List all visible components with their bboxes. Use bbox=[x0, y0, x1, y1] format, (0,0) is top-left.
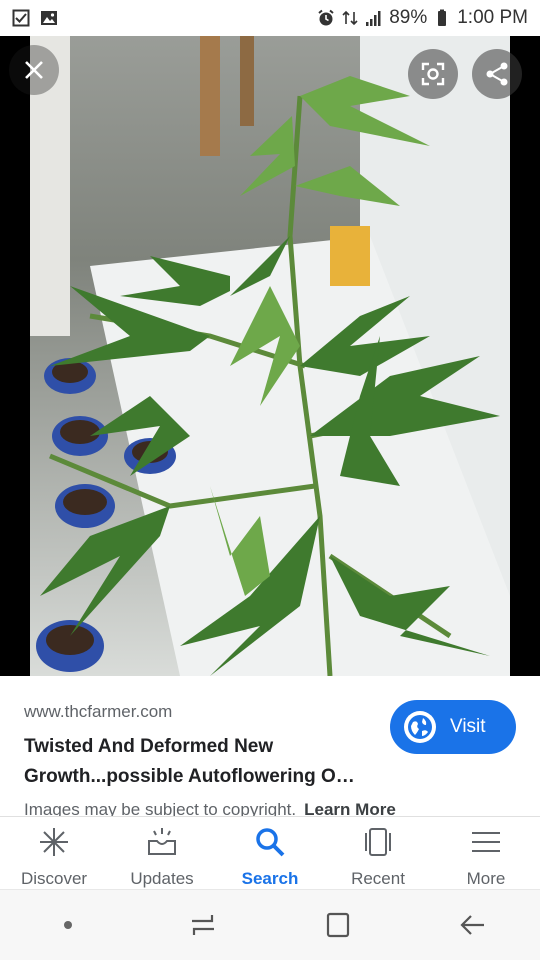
back-icon[interactable] bbox=[458, 910, 488, 940]
lens-button[interactable] bbox=[408, 49, 458, 99]
gallery-notification-icon bbox=[41, 11, 57, 25]
home-icon[interactable] bbox=[323, 910, 353, 940]
visit-button[interactable]: Visit bbox=[390, 700, 516, 754]
share-icon bbox=[486, 62, 508, 86]
copyright-text: Images may be subject to copyright. bbox=[24, 800, 297, 816]
result-title-line-2: Growth...possible Autoflowering O… bbox=[24, 766, 355, 787]
result-info-panel: www.thcfarmer.com Twisted And Deformed N… bbox=[0, 676, 540, 816]
battery-level: 89% bbox=[389, 7, 428, 28]
nav-recent[interactable]: Recent bbox=[324, 817, 432, 889]
nav-recent-label: Recent bbox=[351, 869, 405, 888]
image-viewer[interactable] bbox=[0, 36, 540, 676]
asterisk-icon bbox=[40, 828, 68, 856]
status-indicators: 89% 1:00 PM bbox=[317, 7, 528, 29]
alarm-icon bbox=[318, 9, 334, 26]
result-title[interactable]: Twisted And Deformed New Growth...possib… bbox=[24, 732, 384, 792]
search-icon bbox=[256, 828, 285, 857]
visit-label: Visit bbox=[450, 716, 486, 737]
nav-more[interactable]: More bbox=[432, 817, 540, 889]
result-title-line-1: Twisted And Deformed New bbox=[24, 736, 274, 757]
nav-discover-label: Discover bbox=[20, 869, 88, 888]
checkbox-notification-icon bbox=[12, 9, 30, 27]
data-icon bbox=[342, 10, 358, 26]
nav-discover[interactable]: Discover bbox=[0, 817, 108, 889]
menu-icon bbox=[472, 832, 500, 852]
nav-search-label: Search bbox=[241, 869, 299, 888]
signal-icon bbox=[366, 11, 381, 26]
close-icon bbox=[25, 61, 43, 79]
clock: 1:00 PM bbox=[457, 7, 528, 28]
status-bar: 89% 1:00 PM bbox=[0, 0, 540, 36]
nav-search[interactable]: Search bbox=[216, 817, 324, 889]
learn-more-link[interactable]: Learn More bbox=[304, 800, 396, 816]
source-domain[interactable]: www.thcfarmer.com bbox=[24, 702, 172, 722]
close-button[interactable] bbox=[9, 45, 59, 95]
battery-icon bbox=[438, 9, 447, 26]
updates-icon bbox=[148, 828, 176, 855]
share-button[interactable] bbox=[472, 49, 522, 99]
lens-icon bbox=[421, 62, 445, 86]
globe-icon bbox=[404, 711, 436, 743]
bottom-navigation: Discover Updates Search Recent More bbox=[0, 816, 540, 890]
nav-updates[interactable]: Updates bbox=[108, 817, 216, 889]
nav-updates-label: Updates bbox=[130, 869, 194, 888]
copyright-notice: Images may be subject to copyright. Learn… bbox=[24, 800, 396, 816]
recent-apps-icon[interactable] bbox=[188, 910, 218, 940]
recent-icon bbox=[365, 828, 391, 856]
notification-icons bbox=[12, 9, 58, 27]
nav-more-label: More bbox=[466, 869, 506, 888]
plant-photo[interactable] bbox=[30, 36, 510, 676]
system-navigation-bar bbox=[0, 890, 540, 960]
dot-icon[interactable] bbox=[53, 910, 83, 940]
